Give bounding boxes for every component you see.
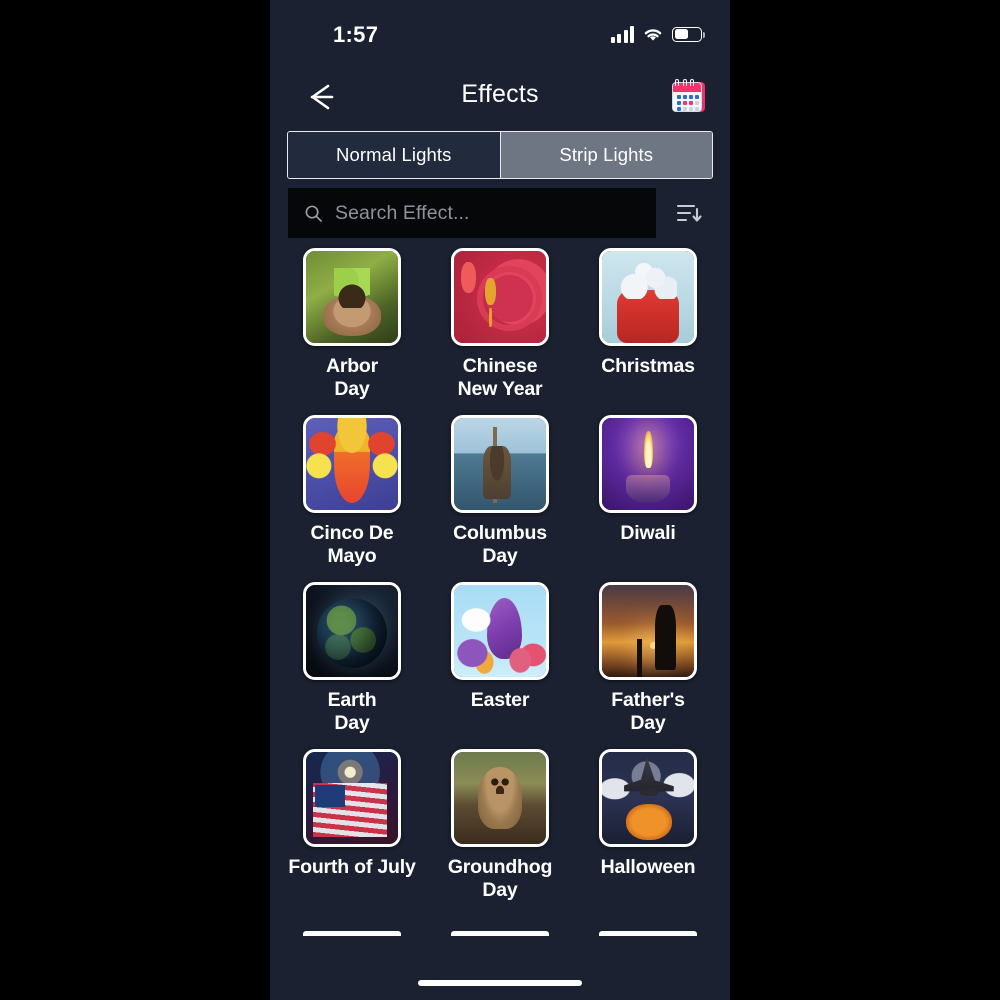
calendar-button[interactable] xyxy=(668,77,710,117)
effect-label-line1: Arbor xyxy=(325,355,379,377)
effect-card-cinco-de-mayo[interactable]: Cinco De Mayo xyxy=(288,415,416,568)
effect-label: Cinco De Mayo xyxy=(288,522,416,568)
search-placeholder: Search Effect... xyxy=(335,201,470,224)
effect-thumbnail xyxy=(599,248,697,346)
effect-label: Arbor Day xyxy=(326,355,378,401)
effect-thumbnail xyxy=(303,248,401,346)
screenshot-canvas: 1:57 Effects Normal Lights Strip Lights … xyxy=(0,0,1000,1000)
effect-label: Earth Day xyxy=(328,689,377,735)
page-title: Effects xyxy=(461,80,539,108)
effect-label-line1: Easter xyxy=(470,689,530,711)
effect-label: Fourth of July xyxy=(288,856,415,879)
effect-thumbnail xyxy=(599,415,697,513)
effect-card-columbus-day[interactable]: Columbus Day xyxy=(436,415,564,568)
lights-type-tabs: Normal Lights Strip Lights xyxy=(287,131,713,179)
effect-label: Father's Day xyxy=(611,689,685,735)
effect-card-groundhog-day[interactable]: Groundhog Day xyxy=(436,749,564,902)
effect-label-line1: Father's xyxy=(611,689,685,711)
effect-label-line2: Day xyxy=(630,712,666,734)
effect-label-line2: New Year xyxy=(457,378,543,400)
battery-icon xyxy=(672,26,706,42)
effect-thumbnail xyxy=(451,415,549,513)
wifi-icon xyxy=(644,28,662,41)
effect-card-partial[interactable] xyxy=(436,931,564,936)
effect-card-arbor-day[interactable]: Arbor Day xyxy=(288,248,416,401)
effect-card-fathers-day[interactable]: Father's Day xyxy=(584,582,712,735)
effect-card-easter[interactable]: Easter xyxy=(436,582,564,735)
effect-label-line1: Christmas xyxy=(601,355,695,377)
tab-strip-lights-label: Strip Lights xyxy=(559,144,654,165)
effect-thumbnail xyxy=(303,749,401,847)
effect-label-line1: Chinese xyxy=(462,355,538,377)
search-input[interactable]: Search Effect... xyxy=(288,188,656,238)
sort-descending-icon xyxy=(676,204,702,222)
effect-label: Christmas xyxy=(601,355,695,378)
effect-card-earth-day[interactable]: Earth Day xyxy=(288,582,416,735)
effect-card-partial[interactable] xyxy=(584,931,712,936)
status-bar-indicators xyxy=(610,22,706,46)
effect-card-partial[interactable] xyxy=(288,931,416,936)
status-bar-clock: 1:57 xyxy=(333,22,379,47)
effect-label-line1: Fourth of July xyxy=(288,856,416,878)
effect-card-halloween[interactable]: Halloween xyxy=(584,749,712,902)
effect-label-line1: Earth xyxy=(327,689,377,711)
effect-thumbnail xyxy=(451,582,549,680)
effect-label: Diwali xyxy=(620,522,675,545)
cellular-signal-icon xyxy=(610,25,634,43)
effect-label-line2: Day xyxy=(334,712,370,734)
effect-thumbnail xyxy=(599,582,697,680)
effect-label-line1: Diwali xyxy=(620,522,676,544)
effect-thumbnail xyxy=(451,749,549,847)
effect-thumbnail xyxy=(451,248,549,346)
effect-label-line1: Groundhog xyxy=(447,856,553,878)
tab-normal-lights-label: Normal Lights xyxy=(336,144,452,165)
home-indicator[interactable] xyxy=(418,980,582,986)
effect-thumbnail xyxy=(599,749,697,847)
effect-card-fourth-of-july[interactable]: Fourth of July xyxy=(288,749,416,902)
tab-normal-lights[interactable]: Normal Lights xyxy=(288,132,500,178)
effect-thumbnail xyxy=(303,415,401,513)
status-bar: 1:57 xyxy=(270,0,730,62)
calendar-icon xyxy=(670,79,708,115)
tab-strip-lights[interactable]: Strip Lights xyxy=(499,132,712,178)
effect-label-line1: Cinco De Mayo xyxy=(310,522,394,567)
effect-label-line2: Day xyxy=(482,879,518,901)
phone-screen: 1:57 Effects Normal Lights Strip Lights … xyxy=(270,0,730,1000)
effect-label-line2: Day xyxy=(482,545,518,567)
effects-grid-next-row-partial xyxy=(288,931,712,936)
effect-label-line2: Day xyxy=(334,378,370,400)
effect-thumbnail xyxy=(303,582,401,680)
search-icon xyxy=(305,205,322,222)
effect-label-line1: Columbus xyxy=(453,522,547,544)
effect-label: Halloween xyxy=(601,856,696,879)
search-row: Search Effect... xyxy=(288,188,712,238)
effect-card-chinese-new-year[interactable]: Chinese New Year xyxy=(436,248,564,401)
effect-card-diwali[interactable]: Diwali xyxy=(584,415,712,568)
effect-label: Groundhog Day xyxy=(447,856,553,902)
sort-button[interactable] xyxy=(666,188,712,238)
effect-label: Chinese New Year xyxy=(458,355,543,401)
effect-label: Columbus Day xyxy=(453,522,547,568)
effect-label: Easter xyxy=(470,689,530,712)
navigation-bar: Effects xyxy=(270,68,730,126)
effect-card-christmas[interactable]: Christmas xyxy=(584,248,712,401)
effects-grid: Arbor Day Chinese New Year Christmas Cinco… xyxy=(288,248,712,902)
effect-label-line1: Halloween xyxy=(600,856,696,878)
